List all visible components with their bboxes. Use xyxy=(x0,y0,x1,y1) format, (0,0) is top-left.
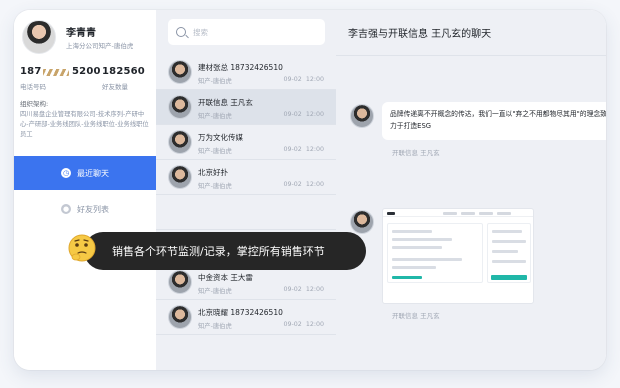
content-line xyxy=(392,246,442,249)
app-window: 李青青 上海分公司知产-唐伯虎 187 5200 电话号码 182560 好友数… xyxy=(14,10,606,370)
conversation-time: 09-02 12:00 xyxy=(283,146,324,153)
nav-friends-list[interactable]: ● 好友列表 xyxy=(14,192,156,226)
conversation-owner: 知产-唐伯虎 xyxy=(198,183,232,190)
clock-icon: ◷ xyxy=(61,168,71,178)
conversation-time: 09-02 12:00 xyxy=(283,286,324,293)
avatar xyxy=(168,130,192,154)
avatar xyxy=(168,95,192,119)
conversation-item[interactable] xyxy=(156,195,336,230)
message-sender: 开联信息 王凡玄 xyxy=(392,149,440,157)
caption-banner: 销售各个环节监测/记录，掌控所有销售环节 xyxy=(84,232,366,270)
image-message[interactable] xyxy=(382,208,534,304)
image-toolbar xyxy=(383,209,533,217)
caption-text: 销售各个环节监测/记录，掌控所有销售环节 xyxy=(112,245,325,258)
user-profile: 李青青 上海分公司知产-唐伯虎 xyxy=(22,20,152,60)
user-icon: ● xyxy=(61,204,71,214)
avatar xyxy=(168,305,192,329)
image-left-pane xyxy=(387,223,483,283)
avatar xyxy=(168,165,192,189)
image-right-pane xyxy=(487,223,531,283)
nav-recent-chats[interactable]: ◷ 最近聊天 xyxy=(14,156,156,190)
chat-header: 李吉强与开联信息 王凡玄的聊天 xyxy=(336,10,606,56)
conversation-name: 建材张总 18732426510 xyxy=(198,63,283,72)
conversation-name: 北京好扑 xyxy=(198,168,228,177)
image-button xyxy=(491,275,527,280)
phone-value: 5200 xyxy=(72,66,101,77)
avatar xyxy=(168,60,192,84)
user-department: 上海分公司知产-唐伯虎 xyxy=(66,42,134,50)
nav-friends-list-label: 好友列表 xyxy=(77,204,109,214)
menu-bar xyxy=(479,211,493,215)
conversation-owner: 知产-唐伯虎 xyxy=(198,288,232,295)
conversation-time: 09-02 12:00 xyxy=(283,76,324,83)
conversation-item[interactable]: 建材张总 18732426510 知产-唐伯虎 09-02 12:00 xyxy=(156,55,336,90)
conversation-item[interactable]: 万为文化传媒 知产-唐伯虎 09-02 12:00 xyxy=(156,125,336,160)
content-line xyxy=(492,240,526,243)
message-bubble[interactable]: 品牌传递离不开概念的传达，我们一直以"弃之不用都物尽其用"的理念致 力于打造ES… xyxy=(382,102,606,140)
friends-label: 好友数量 xyxy=(102,83,128,91)
conversation-item[interactable]: 中金资本 王大雷 知产-唐伯虎 09-02 12:00 xyxy=(156,265,336,300)
conversation-name: 万为文化传媒 xyxy=(198,133,243,142)
message-sender: 开联信息 王凡玄 xyxy=(392,312,440,320)
content-line xyxy=(392,238,452,241)
content-line xyxy=(392,276,422,279)
org-path: 四川易盘企业管理有限公司-技术序列-产研中心-产研部-业务线团队-业务线职位-业… xyxy=(20,111,149,138)
avatar[interactable] xyxy=(22,20,56,54)
masked-digits xyxy=(43,69,69,76)
user-stats: 187 5200 电话号码 182560 好友数量 xyxy=(20,66,150,91)
conversation-owner: 知产-唐伯虎 xyxy=(198,148,232,155)
chat-panel: 李吉强与开联信息 王凡玄的聊天 品牌传递离不开概念的传达，我们一直以"弃之不用都… xyxy=(336,10,606,370)
user-name: 李青青 xyxy=(66,28,96,39)
logo-mark xyxy=(387,211,395,215)
friends-count: 182560 xyxy=(102,66,145,77)
message-line: 力于打造ESG xyxy=(390,122,432,130)
conversation-owner: 知产-唐伯虎 xyxy=(198,113,232,120)
avatar[interactable] xyxy=(350,210,374,234)
avatar xyxy=(168,270,192,294)
conversation-list-panel: 搜索 建材张总 18732426510 知产-唐伯虎 09-02 12:00 开… xyxy=(156,10,336,370)
search-placeholder: 搜索 xyxy=(193,27,208,37)
avatar[interactable] xyxy=(350,104,374,128)
menu-bar xyxy=(497,211,511,215)
conversation-item-active[interactable]: 开联信息 王凡玄 知产-唐伯虎 09-02 12:00 xyxy=(156,90,336,125)
search-icon xyxy=(176,27,186,37)
conversation-item[interactable]: 北京晓耀 18732426510 知产-唐伯虎 09-02 12:00 xyxy=(156,300,336,335)
content-line xyxy=(392,266,436,269)
conversation-name: 开联信息 王凡玄 xyxy=(198,98,253,107)
phone-label: 电话号码 xyxy=(20,83,46,91)
conversation-time: 09-02 12:00 xyxy=(283,111,324,118)
conversation-list: 建材张总 18732426510 知产-唐伯虎 09-02 12:00 开联信息… xyxy=(156,55,336,335)
content-line xyxy=(492,260,526,263)
conversation-time: 09-02 12:00 xyxy=(283,181,324,188)
conversation-owner: 知产-唐伯虎 xyxy=(198,78,232,85)
message-line: 品牌传递离不开概念的传达，我们一直以"弃之不用都物尽其用"的理念致 xyxy=(390,110,606,118)
conversation-name: 中金资本 王大雷 xyxy=(198,273,253,282)
phone-prefix: 187 xyxy=(20,66,42,77)
conversation-time: 09-02 12:00 xyxy=(283,321,324,328)
conversation-item[interactable]: 北京好扑 知产-唐伯虎 09-02 12:00 xyxy=(156,160,336,195)
conversation-name: 北京晓耀 18732426510 xyxy=(198,308,283,317)
chat-title: 李吉强与开联信息 王凡玄的聊天 xyxy=(348,29,492,40)
menu-bar xyxy=(461,211,475,215)
conversation-owner: 知产-唐伯虎 xyxy=(198,323,232,330)
content-line xyxy=(492,250,518,253)
org-title: 组织架构: xyxy=(20,100,49,108)
thinking-face-icon xyxy=(68,234,96,262)
profile-sidebar: 李青青 上海分公司知产-唐伯虎 187 5200 电话号码 182560 好友数… xyxy=(14,10,156,370)
content-line xyxy=(392,230,432,233)
nav-recent-chats-label: 最近聊天 xyxy=(77,168,109,178)
content-line xyxy=(392,258,462,261)
menu-bar xyxy=(443,211,457,215)
content-line xyxy=(492,230,522,233)
search-input[interactable]: 搜索 xyxy=(168,19,325,45)
